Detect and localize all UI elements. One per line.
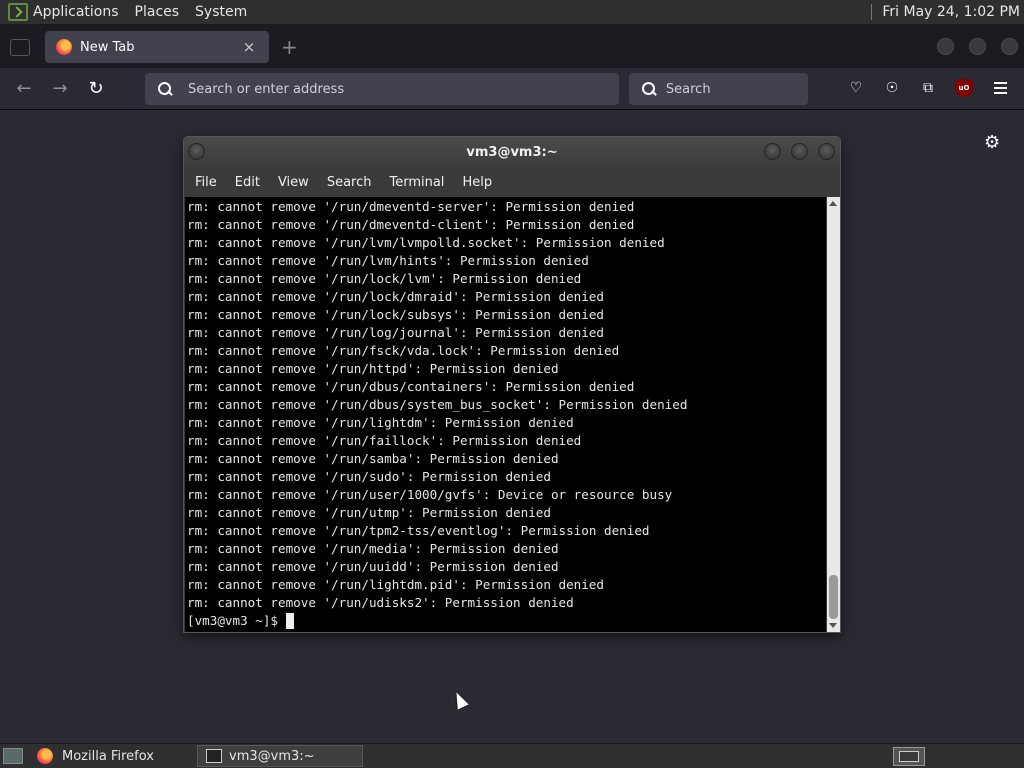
terminal-title: vm3@vm3:~ xyxy=(466,145,558,160)
shell-prompt: [vm3@vm3 ~]$ xyxy=(187,613,278,628)
terminal-icon xyxy=(206,749,222,763)
terminal-title-bar[interactable]: vm3@vm3:~ xyxy=(184,137,840,167)
terminal-scrollbar[interactable] xyxy=(827,197,840,632)
workspace-switcher[interactable] xyxy=(893,747,925,766)
taskbar-item-label: Mozilla Firefox xyxy=(62,748,154,764)
sidebar-icon[interactable] xyxy=(10,39,30,56)
scroll-down-arrow-icon[interactable] xyxy=(829,623,837,628)
firefox-tab-bar: New Tab × + xyxy=(0,25,1024,68)
menu-view[interactable]: View xyxy=(269,175,318,190)
menu-hamburger-icon[interactable] xyxy=(991,79,1009,97)
minimize-window-button[interactable] xyxy=(937,38,954,55)
maximize-window-button[interactable] xyxy=(969,38,986,55)
address-input[interactable] xyxy=(188,81,568,97)
distro-logo-icon[interactable] xyxy=(8,3,28,21)
shell-prompt-line[interactable]: [vm3@vm3 ~]$ xyxy=(185,612,826,630)
search-bar[interactable] xyxy=(629,73,808,105)
taskbar-item-terminal[interactable]: vm3@vm3:~ xyxy=(197,745,363,767)
ublock-origin-icon[interactable]: uO xyxy=(955,79,973,97)
forward-arrow-icon[interactable]: → xyxy=(48,77,72,101)
gear-icon[interactable]: ⚙ xyxy=(984,132,1000,153)
address-bar[interactable] xyxy=(145,73,619,105)
terminal-window[interactable]: vm3@vm3:~ File Edit View Search Terminal… xyxy=(183,136,841,633)
close-window-button[interactable] xyxy=(1001,38,1018,55)
places-menu[interactable]: Places xyxy=(135,4,180,20)
taskbar-item-label: vm3@vm3:~ xyxy=(229,748,315,764)
reload-icon[interactable]: ↻ xyxy=(84,77,108,101)
tab-title: New Tab xyxy=(80,39,135,55)
tab-new-tab[interactable]: New Tab × xyxy=(45,31,269,63)
menu-edit[interactable]: Edit xyxy=(226,175,269,190)
maximize-button[interactable] xyxy=(791,143,808,160)
taskbar-item-firefox[interactable]: Mozilla Firefox xyxy=(29,745,191,767)
account-icon[interactable]: ☉ xyxy=(883,79,901,97)
clock[interactable]: Fri May 24, 1:02 PM xyxy=(882,4,1020,20)
search-input[interactable] xyxy=(665,81,808,97)
menu-file[interactable]: File xyxy=(186,175,226,190)
applications-menu[interactable]: Applications xyxy=(33,4,119,20)
new-tab-plus-icon[interactable]: + xyxy=(281,35,298,59)
firefox-icon xyxy=(37,748,53,764)
close-tab-icon[interactable]: × xyxy=(241,39,257,55)
close-button[interactable] xyxy=(818,143,835,160)
pocket-icon[interactable]: ♡ xyxy=(847,79,865,97)
panel-separator xyxy=(871,4,873,20)
terminal-menu-bar: File Edit View Search Terminal Help xyxy=(184,167,840,197)
firefox-nav-bar: ← → ↻ ♡ ☉ ⧉ uO xyxy=(0,68,1024,110)
search-icon xyxy=(158,82,172,96)
scroll-up-arrow-icon[interactable] xyxy=(829,201,837,206)
show-desktop-icon[interactable] xyxy=(3,748,23,764)
extensions-icon[interactable]: ⧉ xyxy=(919,79,937,97)
back-arrow-icon[interactable]: ← xyxy=(12,77,36,101)
menu-search[interactable]: Search xyxy=(318,175,381,190)
menu-terminal[interactable]: Terminal xyxy=(380,175,453,190)
terminal-lines: rm: cannot remove '/run/dmeventd-server'… xyxy=(187,199,688,610)
bottom-taskbar: Mozilla Firefox vm3@vm3:~ xyxy=(0,743,1024,768)
minimize-button[interactable] xyxy=(764,143,781,160)
firefox-icon xyxy=(56,39,72,55)
system-menu[interactable]: System xyxy=(195,4,247,20)
search-icon xyxy=(642,82,656,96)
top-panel: Applications Places System Fri May 24, 1… xyxy=(0,0,1024,25)
text-cursor xyxy=(286,613,294,629)
menu-help[interactable]: Help xyxy=(453,175,501,190)
terminal-output[interactable]: rm: cannot remove '/run/dmeventd-server'… xyxy=(185,197,826,632)
scrollbar-thumb[interactable] xyxy=(829,575,838,619)
